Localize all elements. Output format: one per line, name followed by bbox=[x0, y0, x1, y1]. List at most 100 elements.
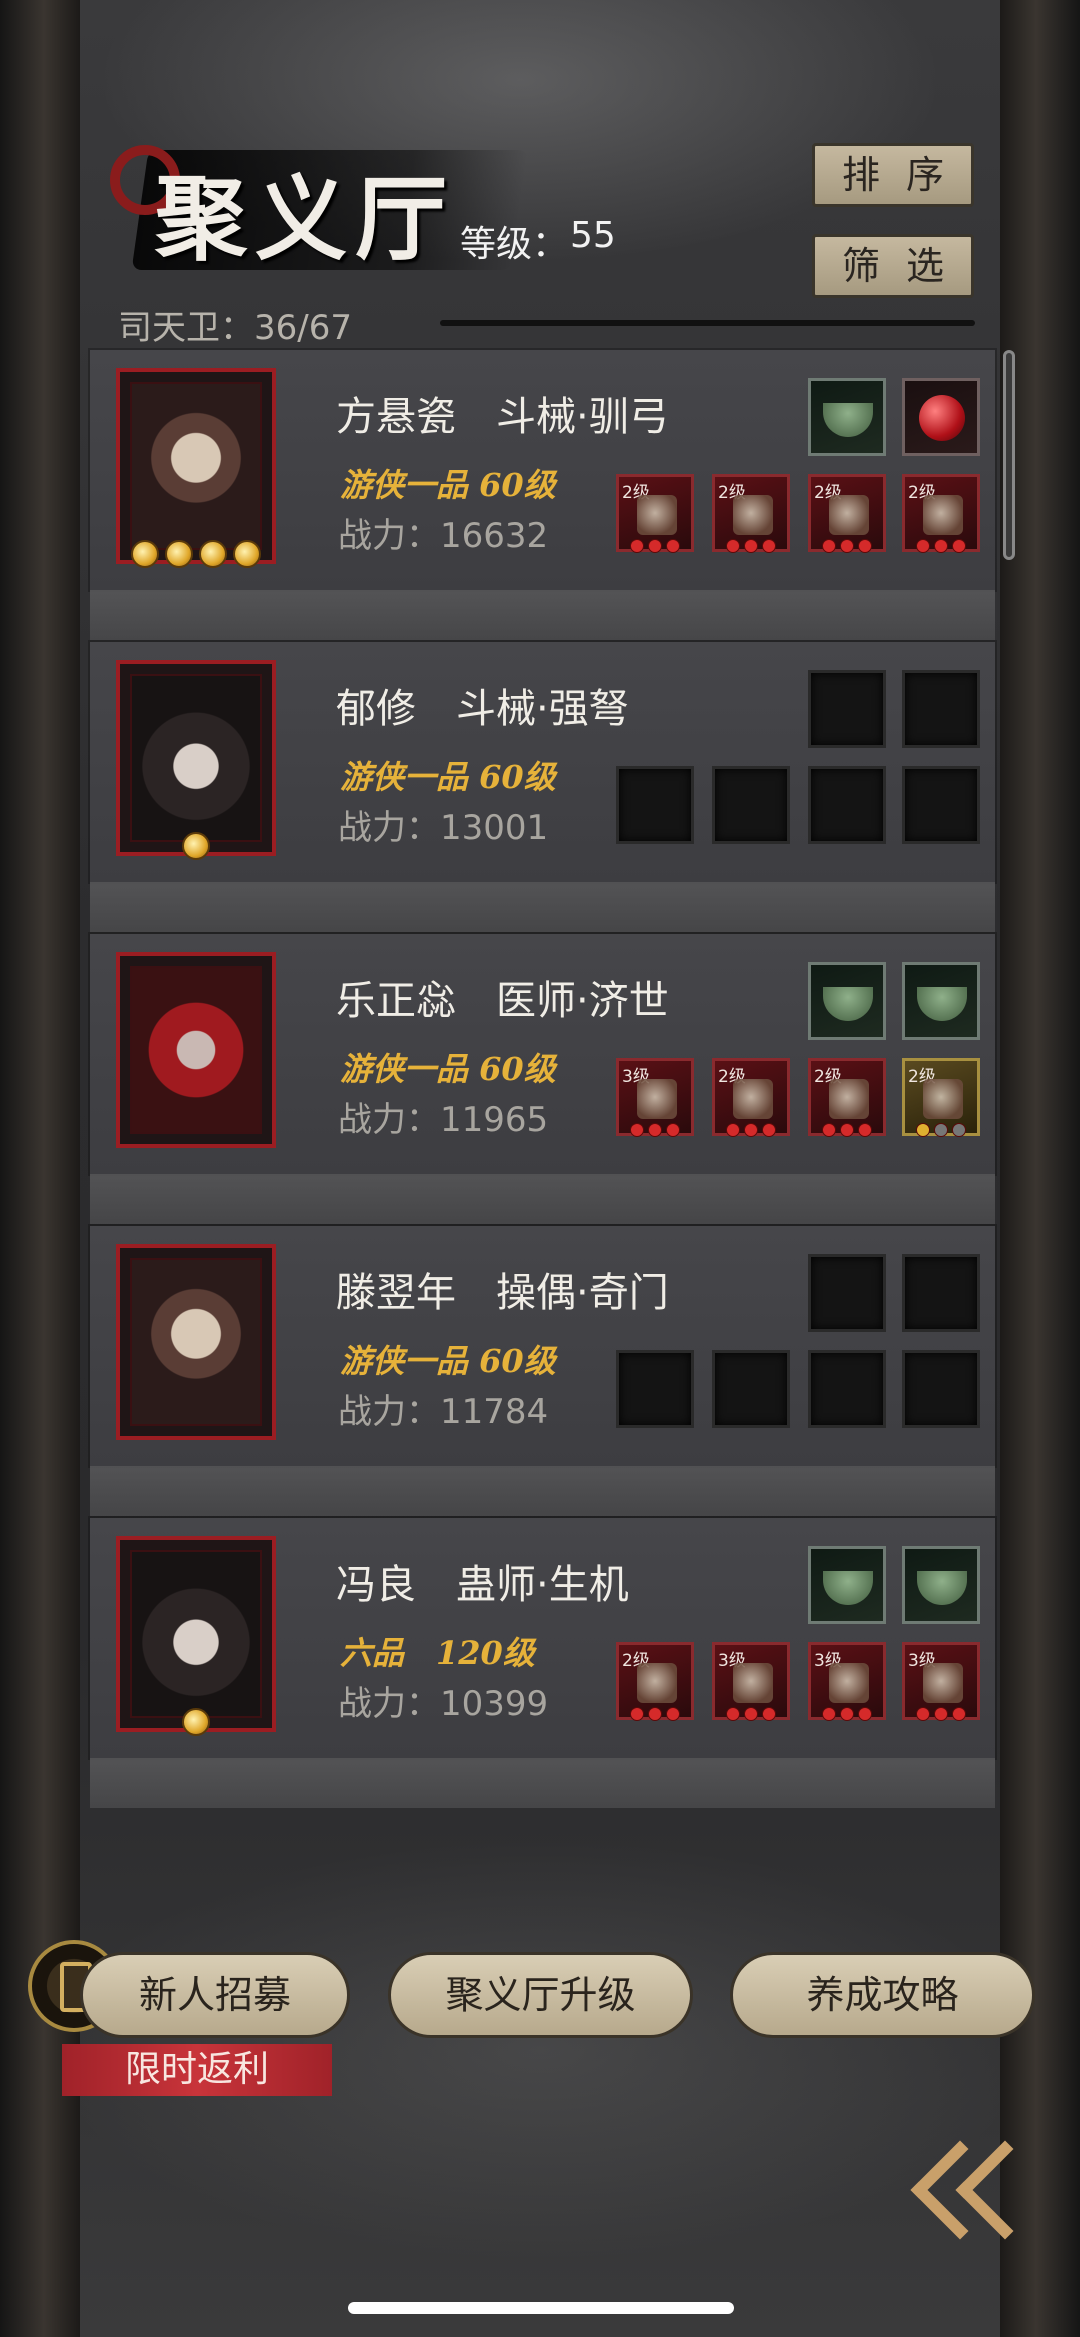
refine-dot-icon bbox=[822, 1707, 836, 1721]
empty-slot[interactable] bbox=[808, 670, 886, 748]
horse-icon bbox=[829, 1663, 869, 1703]
character-rank: 六品 120级 bbox=[340, 1634, 535, 1672]
back-button[interactable] bbox=[880, 2125, 1055, 2265]
equipment-slot[interactable]: 2级 bbox=[616, 1642, 694, 1721]
refine-dot-icon bbox=[952, 539, 966, 553]
refine-dot-icon bbox=[630, 539, 644, 553]
empty-equipment-slot[interactable] bbox=[712, 1350, 790, 1428]
refine-dots bbox=[619, 539, 691, 553]
home-indicator[interactable] bbox=[348, 2302, 734, 2314]
equipment-slot[interactable]: 3级 bbox=[808, 1642, 886, 1721]
refine-dot-icon bbox=[952, 1123, 966, 1137]
boots-icon bbox=[829, 495, 869, 535]
refine-dots bbox=[811, 1707, 883, 1721]
jade-bowl-icon bbox=[917, 987, 967, 1021]
red-gem-slot[interactable] bbox=[902, 378, 980, 456]
equipment-slot[interactable]: 3级 bbox=[712, 1642, 790, 1721]
growth-guide-button[interactable]: 养成攻略 bbox=[730, 1952, 1035, 2038]
refine-dot-icon bbox=[858, 1123, 872, 1137]
refine-dots bbox=[715, 1123, 787, 1137]
crossbow-icon bbox=[637, 495, 677, 535]
empty-equipment-slot[interactable] bbox=[712, 766, 790, 844]
character-name: 郁修 斗械·强弩 bbox=[336, 686, 629, 732]
refine-dot-icon bbox=[762, 1707, 776, 1721]
equipment-slot[interactable]: 2级 bbox=[902, 474, 980, 553]
character-portrait[interactable] bbox=[116, 660, 276, 856]
refine-dot-icon bbox=[916, 1707, 930, 1721]
jade-bowl-slot[interactable] bbox=[902, 962, 980, 1040]
refine-dot-icon bbox=[726, 539, 740, 553]
jade-bowl-slot[interactable] bbox=[902, 1546, 980, 1624]
refine-dot-icon bbox=[934, 1707, 948, 1721]
character-card[interactable]: 方悬瓷 斗械·驯弓 游侠一品 60级 战力：16632 2级 2级 2级 2级 bbox=[90, 350, 995, 640]
combat-power: 战力：13001 bbox=[338, 808, 549, 848]
jade-bowl-icon bbox=[917, 1571, 967, 1605]
character-card[interactable]: 乐正惢 医师·济世 游侠一品 60级 战力：11965 3级 2级 2级 2级 bbox=[90, 934, 995, 1224]
star-rating bbox=[116, 540, 276, 572]
equipment-slot[interactable]: 3级 bbox=[902, 1642, 980, 1721]
star-rating bbox=[116, 832, 276, 864]
recruit-button[interactable]: 新人招募 bbox=[80, 1952, 350, 2038]
portrait-image bbox=[130, 1258, 262, 1426]
empty-slot[interactable] bbox=[808, 1254, 886, 1332]
guard-label: 司天卫： bbox=[118, 308, 254, 348]
character-portrait[interactable] bbox=[116, 1244, 276, 1440]
sort-button[interactable]: 排序 bbox=[812, 143, 974, 207]
equipment-slot[interactable]: 2级 bbox=[712, 1058, 790, 1137]
portrait-image bbox=[130, 382, 262, 550]
list-scrollbar[interactable] bbox=[1003, 350, 1015, 560]
refine-dot-icon bbox=[666, 1707, 680, 1721]
jade-bowl-slot[interactable] bbox=[808, 1546, 886, 1624]
equipment-slot[interactable]: 2级 bbox=[616, 474, 694, 553]
limited-rebate-badge[interactable]: 限时返利 bbox=[62, 2044, 332, 2096]
equipment-slot[interactable]: 2级 bbox=[712, 474, 790, 553]
refine-dots bbox=[811, 539, 883, 553]
refine-dot-icon bbox=[648, 1123, 662, 1137]
refine-dots bbox=[715, 539, 787, 553]
page-title: 聚义厅 bbox=[155, 165, 456, 273]
character-portrait[interactable] bbox=[116, 368, 276, 564]
character-rank: 游侠一品 60级 bbox=[340, 466, 556, 504]
refine-dot-icon bbox=[744, 1707, 758, 1721]
empty-slot[interactable] bbox=[902, 670, 980, 748]
character-card[interactable]: 滕翌年 操偶·奇门 游侠一品 60级 战力：11784 bbox=[90, 1226, 995, 1516]
portrait-image bbox=[130, 966, 262, 1134]
empty-equipment-slot[interactable] bbox=[902, 1350, 980, 1428]
refine-dot-icon bbox=[822, 1123, 836, 1137]
empty-slot[interactable] bbox=[902, 1254, 980, 1332]
armor-icon bbox=[733, 1663, 773, 1703]
awaken-star-icon bbox=[165, 540, 193, 568]
card-divider bbox=[90, 1174, 995, 1224]
character-card[interactable]: 冯良 蛊师·生机 六品 120级 战力：10399 2级 3级 3级 3级 bbox=[90, 1518, 995, 1808]
awaken-star-icon bbox=[131, 540, 159, 568]
empty-equipment-slot[interactable] bbox=[616, 1350, 694, 1428]
character-name: 方悬瓷 斗械·驯弓 bbox=[336, 394, 669, 440]
character-portrait[interactable] bbox=[116, 1536, 276, 1732]
jade-bowl-icon bbox=[823, 987, 873, 1021]
empty-equipment-slot[interactable] bbox=[902, 766, 980, 844]
jade-bowl-slot[interactable] bbox=[808, 962, 886, 1040]
refine-dot-icon bbox=[840, 1707, 854, 1721]
empty-equipment-slot[interactable] bbox=[616, 766, 694, 844]
empty-equipment-slot[interactable] bbox=[808, 766, 886, 844]
refine-dot-icon bbox=[916, 539, 930, 553]
horse-icon bbox=[923, 1663, 963, 1703]
refine-dots bbox=[619, 1123, 691, 1137]
awaken-star-icon bbox=[233, 540, 261, 568]
character-portrait[interactable] bbox=[116, 952, 276, 1148]
jade-bowl-icon bbox=[823, 1571, 873, 1605]
filter-button[interactable]: 筛选 bbox=[812, 234, 974, 298]
equipment-slot[interactable]: 2级 bbox=[808, 1058, 886, 1137]
refine-dots bbox=[715, 1707, 787, 1721]
equipment-slot[interactable]: 2级 bbox=[808, 474, 886, 553]
jade-bowl-slot[interactable] bbox=[808, 378, 886, 456]
equipment-slot[interactable]: 2级 bbox=[902, 1058, 980, 1137]
character-rank: 游侠一品 60级 bbox=[340, 1050, 556, 1088]
card-divider bbox=[90, 1758, 995, 1808]
refine-dot-icon bbox=[762, 1123, 776, 1137]
refine-dot-icon bbox=[934, 1123, 948, 1137]
empty-equipment-slot[interactable] bbox=[808, 1350, 886, 1428]
hall-upgrade-button[interactable]: 聚义厅升级 bbox=[388, 1952, 693, 2038]
equipment-slot[interactable]: 3级 bbox=[616, 1058, 694, 1137]
character-card[interactable]: 郁修 斗械·强弩 游侠一品 60级 战力：13001 bbox=[90, 642, 995, 932]
